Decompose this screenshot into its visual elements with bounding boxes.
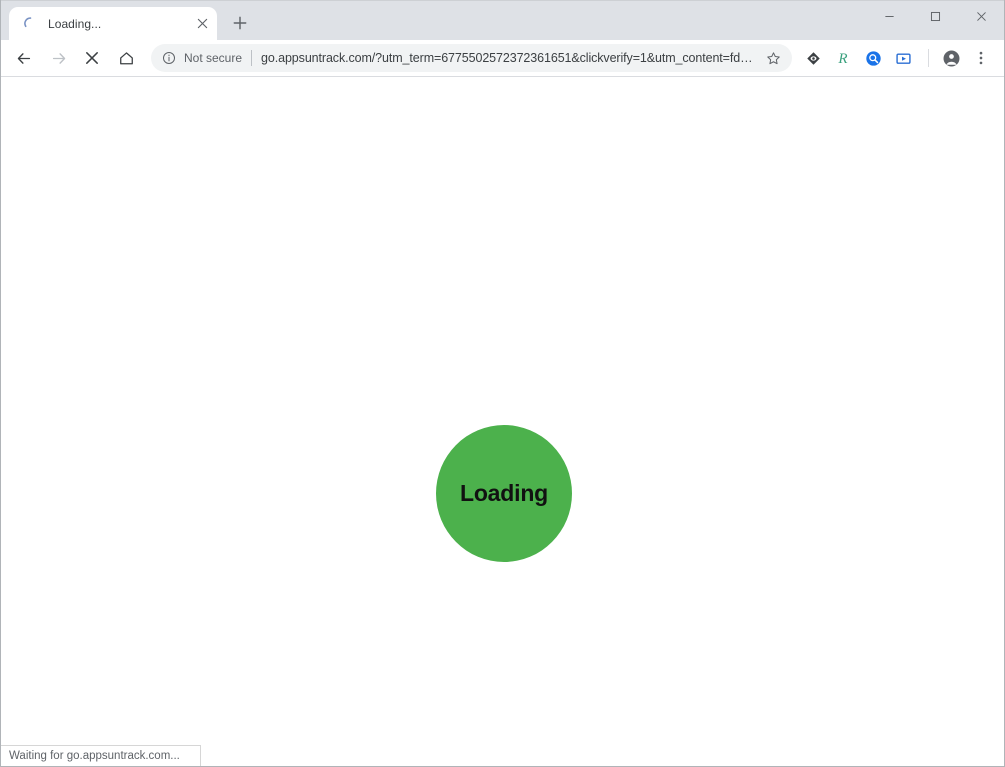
home-button[interactable] — [112, 44, 140, 72]
window-controls — [866, 1, 1004, 31]
security-status-text: Not secure — [184, 51, 243, 65]
address-bar[interactable]: Not secure go.appsuntrack.com/?utm_term=… — [151, 44, 792, 72]
minimize-button[interactable] — [866, 1, 912, 31]
toolbar-divider — [928, 49, 929, 67]
url-text[interactable]: go.appsuntrack.com/?utm_term=67755025723… — [261, 51, 758, 65]
stop-loading-button[interactable] — [78, 44, 106, 72]
close-window-button[interactable] — [958, 1, 1004, 31]
new-tab-button[interactable] — [226, 9, 254, 37]
close-icon[interactable] — [193, 15, 211, 33]
loading-button-label: Loading — [459, 480, 549, 506]
svg-text:R: R — [837, 51, 847, 67]
forward-button[interactable] — [44, 44, 72, 72]
bookmark-star-icon[interactable] — [762, 47, 784, 69]
spinner-icon — [22, 15, 39, 32]
loading-button[interactable]: Loading — [436, 425, 572, 562]
back-button[interactable] — [10, 44, 38, 72]
browser-window: Loading... Not secure go.appsuntrack.com… — [0, 0, 1005, 767]
page-viewport: Loading Waiting for go.appsuntrack.com..… — [1, 77, 1004, 766]
info-circle-icon[interactable] — [161, 50, 177, 66]
browser-toolbar: Not secure go.appsuntrack.com/?utm_term=… — [1, 40, 1004, 77]
tab-strip: Loading... — [1, 0, 1004, 40]
status-bar: Waiting for go.appsuntrack.com... — [1, 745, 201, 766]
video-screen-extension-icon[interactable] — [890, 45, 916, 71]
browser-tab[interactable]: Loading... — [9, 7, 217, 40]
maximize-button[interactable] — [912, 1, 958, 31]
diamond-eye-extension-icon[interactable] — [800, 45, 826, 71]
letter-r-extension-icon[interactable]: R — [830, 45, 856, 71]
more-menu-button[interactable] — [968, 45, 994, 71]
omnibox-divider — [251, 50, 253, 66]
avatar[interactable] — [938, 45, 964, 71]
tab-title: Loading... — [48, 16, 102, 31]
status-text: Waiting for go.appsuntrack.com... — [9, 750, 180, 762]
search-circle-extension-icon[interactable] — [860, 45, 886, 71]
